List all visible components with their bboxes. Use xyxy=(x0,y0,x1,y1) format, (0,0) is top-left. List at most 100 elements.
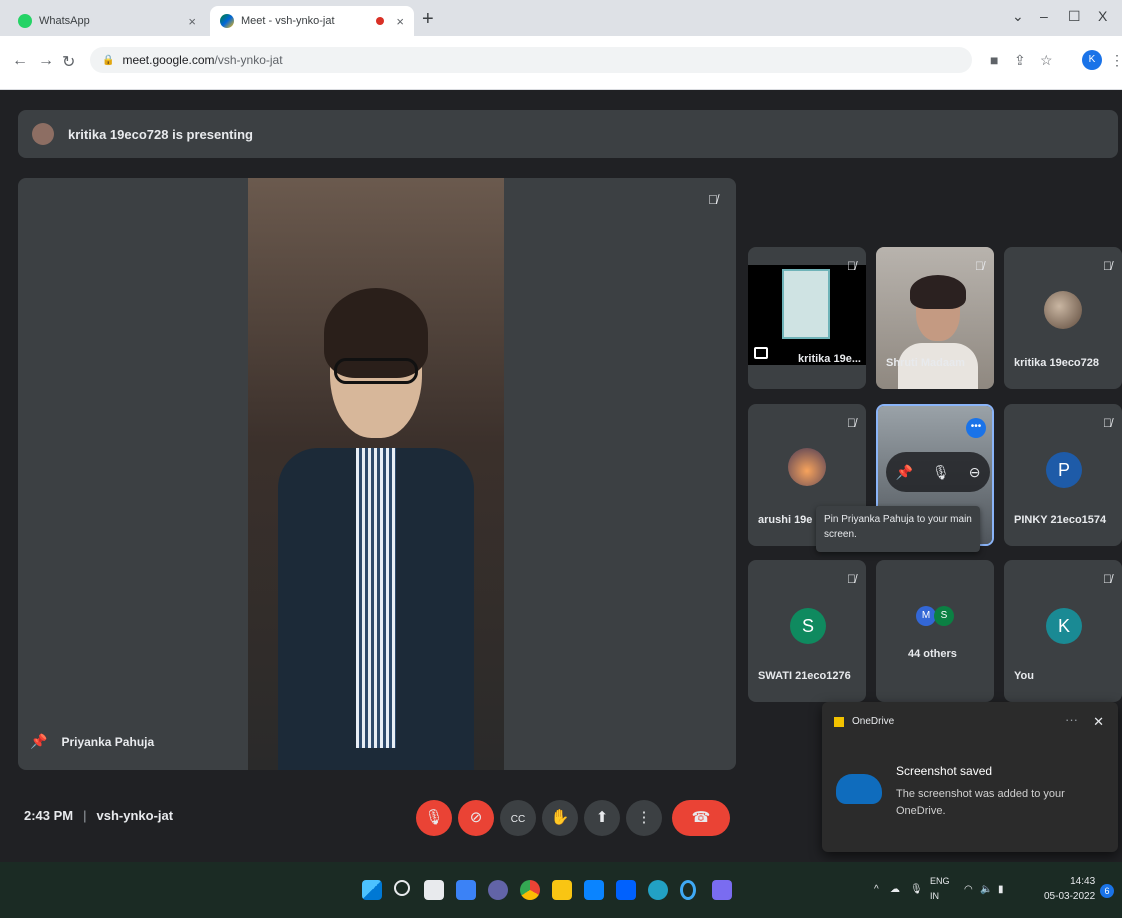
wifi-icon[interactable]: ◠ xyxy=(964,884,973,895)
speaker-figure xyxy=(278,288,474,770)
tab-title: Meet - vsh-ynko-jat xyxy=(241,15,335,27)
volume-icon[interactable]: 🔈 xyxy=(980,884,992,895)
pin-icon: 📌 xyxy=(30,733,48,749)
participant-avatar: S xyxy=(934,606,954,626)
chat-icon[interactable] xyxy=(488,880,508,900)
mic-off-icon: 🎙̸ xyxy=(1103,572,1112,586)
clock-date: 05-03-2022 xyxy=(1044,891,1096,902)
captions-button[interactable]: CC xyxy=(500,800,536,836)
whatsapp-icon xyxy=(18,14,32,28)
profile-avatar[interactable]: K xyxy=(1082,50,1102,70)
present-button[interactable]: ⬆ xyxy=(584,800,620,836)
widgets-icon[interactable] xyxy=(456,880,476,900)
language-indicator[interactable]: ENG IN xyxy=(930,874,950,904)
address-bar[interactable]: 🔒 meet.google.com/vsh-ynko-jat xyxy=(90,47,972,73)
participant-tile[interactable]: 🎙̸ Shruti Madaam xyxy=(876,247,994,389)
mic-off-icon: 🎙̸ xyxy=(1103,416,1112,430)
presenting-icon xyxy=(754,347,768,359)
camera-toggle-button[interactable]: ⊘ xyxy=(458,800,494,836)
notification-badge[interactable]: 6 xyxy=(1100,884,1114,898)
clock-time: 14:43 xyxy=(1070,876,1096,887)
main-speaker-name: Priyanka Pahuja xyxy=(61,734,155,749)
participant-name: SWATI 21eco1276 xyxy=(758,670,851,682)
menu-kebab-icon[interactable]: ⋮ xyxy=(1110,52,1122,69)
tab-title: WhatsApp xyxy=(39,15,90,27)
tab-whatsapp[interactable]: WhatsApp × xyxy=(8,6,206,36)
onedrive-notification[interactable]: OneDrive ··· ✕ Screenshot saved The scre… xyxy=(822,702,1118,852)
store-icon[interactable] xyxy=(584,880,604,900)
file-explorer-icon[interactable] xyxy=(552,880,572,900)
mic-off-icon: 🎙̸ xyxy=(847,259,856,273)
participant-avatar xyxy=(1044,291,1082,329)
back-icon[interactable]: ← xyxy=(12,52,28,70)
reload-icon[interactable]: ↻ xyxy=(62,52,75,72)
edge-icon[interactable] xyxy=(648,880,668,900)
maximize-button[interactable]: ☐ xyxy=(1068,8,1081,25)
tile-hover-controls: 📌 🎙 ⊖ xyxy=(886,452,990,492)
window-close-button[interactable]: X xyxy=(1098,8,1107,24)
onedrive-tray-icon[interactable]: ☁ xyxy=(890,884,900,895)
pin-icon[interactable]: 📌 xyxy=(896,464,913,481)
participant-tile[interactable]: S 🎙̸ SWATI 21eco1276 xyxy=(748,560,866,702)
toast-more-button[interactable]: ··· xyxy=(1065,712,1078,727)
mute-participant-icon[interactable]: 🎙 xyxy=(932,464,950,481)
lock-icon: 🔒 xyxy=(102,54,115,66)
bookmark-star-icon[interactable]: ☆ xyxy=(1040,52,1053,69)
more-options-icon[interactable]: ••• xyxy=(966,418,986,438)
onedrive-cloud-icon xyxy=(836,774,882,804)
battery-icon[interactable]: ▮ xyxy=(998,884,1004,895)
mic-tray-icon[interactable]: 🎙 xyxy=(910,884,923,895)
clock[interactable]: 14:43 05-03-2022 xyxy=(1044,874,1095,904)
language: ENG xyxy=(930,876,950,886)
start-icon[interactable] xyxy=(362,880,382,900)
task-view-icon[interactable] xyxy=(424,880,444,900)
meeting-time: 2:43 PM xyxy=(24,808,74,823)
participant-name: PINKY 21eco1574 xyxy=(1014,514,1107,526)
meeting-info: 2:43 PM | vsh-ynko-jat xyxy=(24,808,173,823)
presenting-text: kritika 19eco728 is presenting xyxy=(68,126,253,142)
forward-icon[interactable]: → xyxy=(38,52,54,70)
leave-call-button[interactable]: ☎ xyxy=(672,800,730,836)
others-tile[interactable]: M S 44 others xyxy=(876,560,994,702)
participant-tile[interactable]: 🎙̸ kritika 19eco728 xyxy=(1004,247,1122,389)
remove-icon[interactable]: ⊖ xyxy=(969,464,981,481)
toast-close-button[interactable]: ✕ xyxy=(1093,714,1104,730)
camera-in-use-icon[interactable]: ■ xyxy=(990,52,998,68)
recording-indicator-icon xyxy=(376,17,385,25)
close-tab-button[interactable]: × xyxy=(188,14,196,29)
chrome-icon[interactable] xyxy=(520,880,540,900)
separator: | xyxy=(83,808,87,823)
mic-toggle-button[interactable]: 🎙 xyxy=(416,800,452,836)
raise-hand-button[interactable]: ✋ xyxy=(542,800,578,836)
search-icon[interactable] xyxy=(394,880,410,896)
dropbox-icon[interactable] xyxy=(616,880,636,900)
speaker-glasses xyxy=(334,358,418,384)
show-hidden-icons[interactable]: ^ xyxy=(874,884,879,895)
main-speaker-label: 📌 Priyanka Pahuja xyxy=(30,733,154,750)
participant-tile[interactable]: P 🎙̸ PINKY 21eco1574 xyxy=(1004,404,1122,546)
others-count: 44 others xyxy=(908,648,957,660)
close-tab-button[interactable]: × xyxy=(396,14,404,29)
participant-avatar: M xyxy=(916,606,936,626)
browser-toolbar: ← → ↻ 🔒 meet.google.com/vsh-ynko-jat ■ ⇪… xyxy=(0,36,1122,90)
tab-search-button[interactable]: ⌄ xyxy=(1012,8,1024,25)
poster-preview xyxy=(782,269,830,339)
url-path: /vsh-ynko-jat xyxy=(214,53,283,67)
participant-tile[interactable]: 🎙̸ kritika 19e... xyxy=(748,247,866,389)
app-icon[interactable] xyxy=(712,880,732,900)
meet-icon xyxy=(220,14,234,28)
self-name: You xyxy=(1014,670,1034,682)
cortana-icon[interactable] xyxy=(680,880,696,900)
new-tab-button[interactable]: + xyxy=(422,8,434,31)
captions-icon: CC xyxy=(510,814,526,825)
self-tile[interactable]: K 🎙̸ You xyxy=(1004,560,1122,702)
participant-name: kritika 19eco728 xyxy=(1014,357,1100,369)
meeting-code: vsh-ynko-jat xyxy=(96,808,174,823)
share-icon[interactable]: ⇪ xyxy=(1014,52,1026,69)
participant-hair xyxy=(910,275,966,309)
more-options-button[interactable]: ⋮ xyxy=(626,800,662,836)
tab-meet[interactable]: Meet - vsh-ynko-jat × xyxy=(210,6,414,36)
minimize-button[interactable]: – xyxy=(1040,8,1048,24)
url-domain: meet.google.com xyxy=(122,53,215,67)
main-speaker-tile[interactable]: 🎙̸ 📌 Priyanka Pahuja xyxy=(18,178,736,770)
